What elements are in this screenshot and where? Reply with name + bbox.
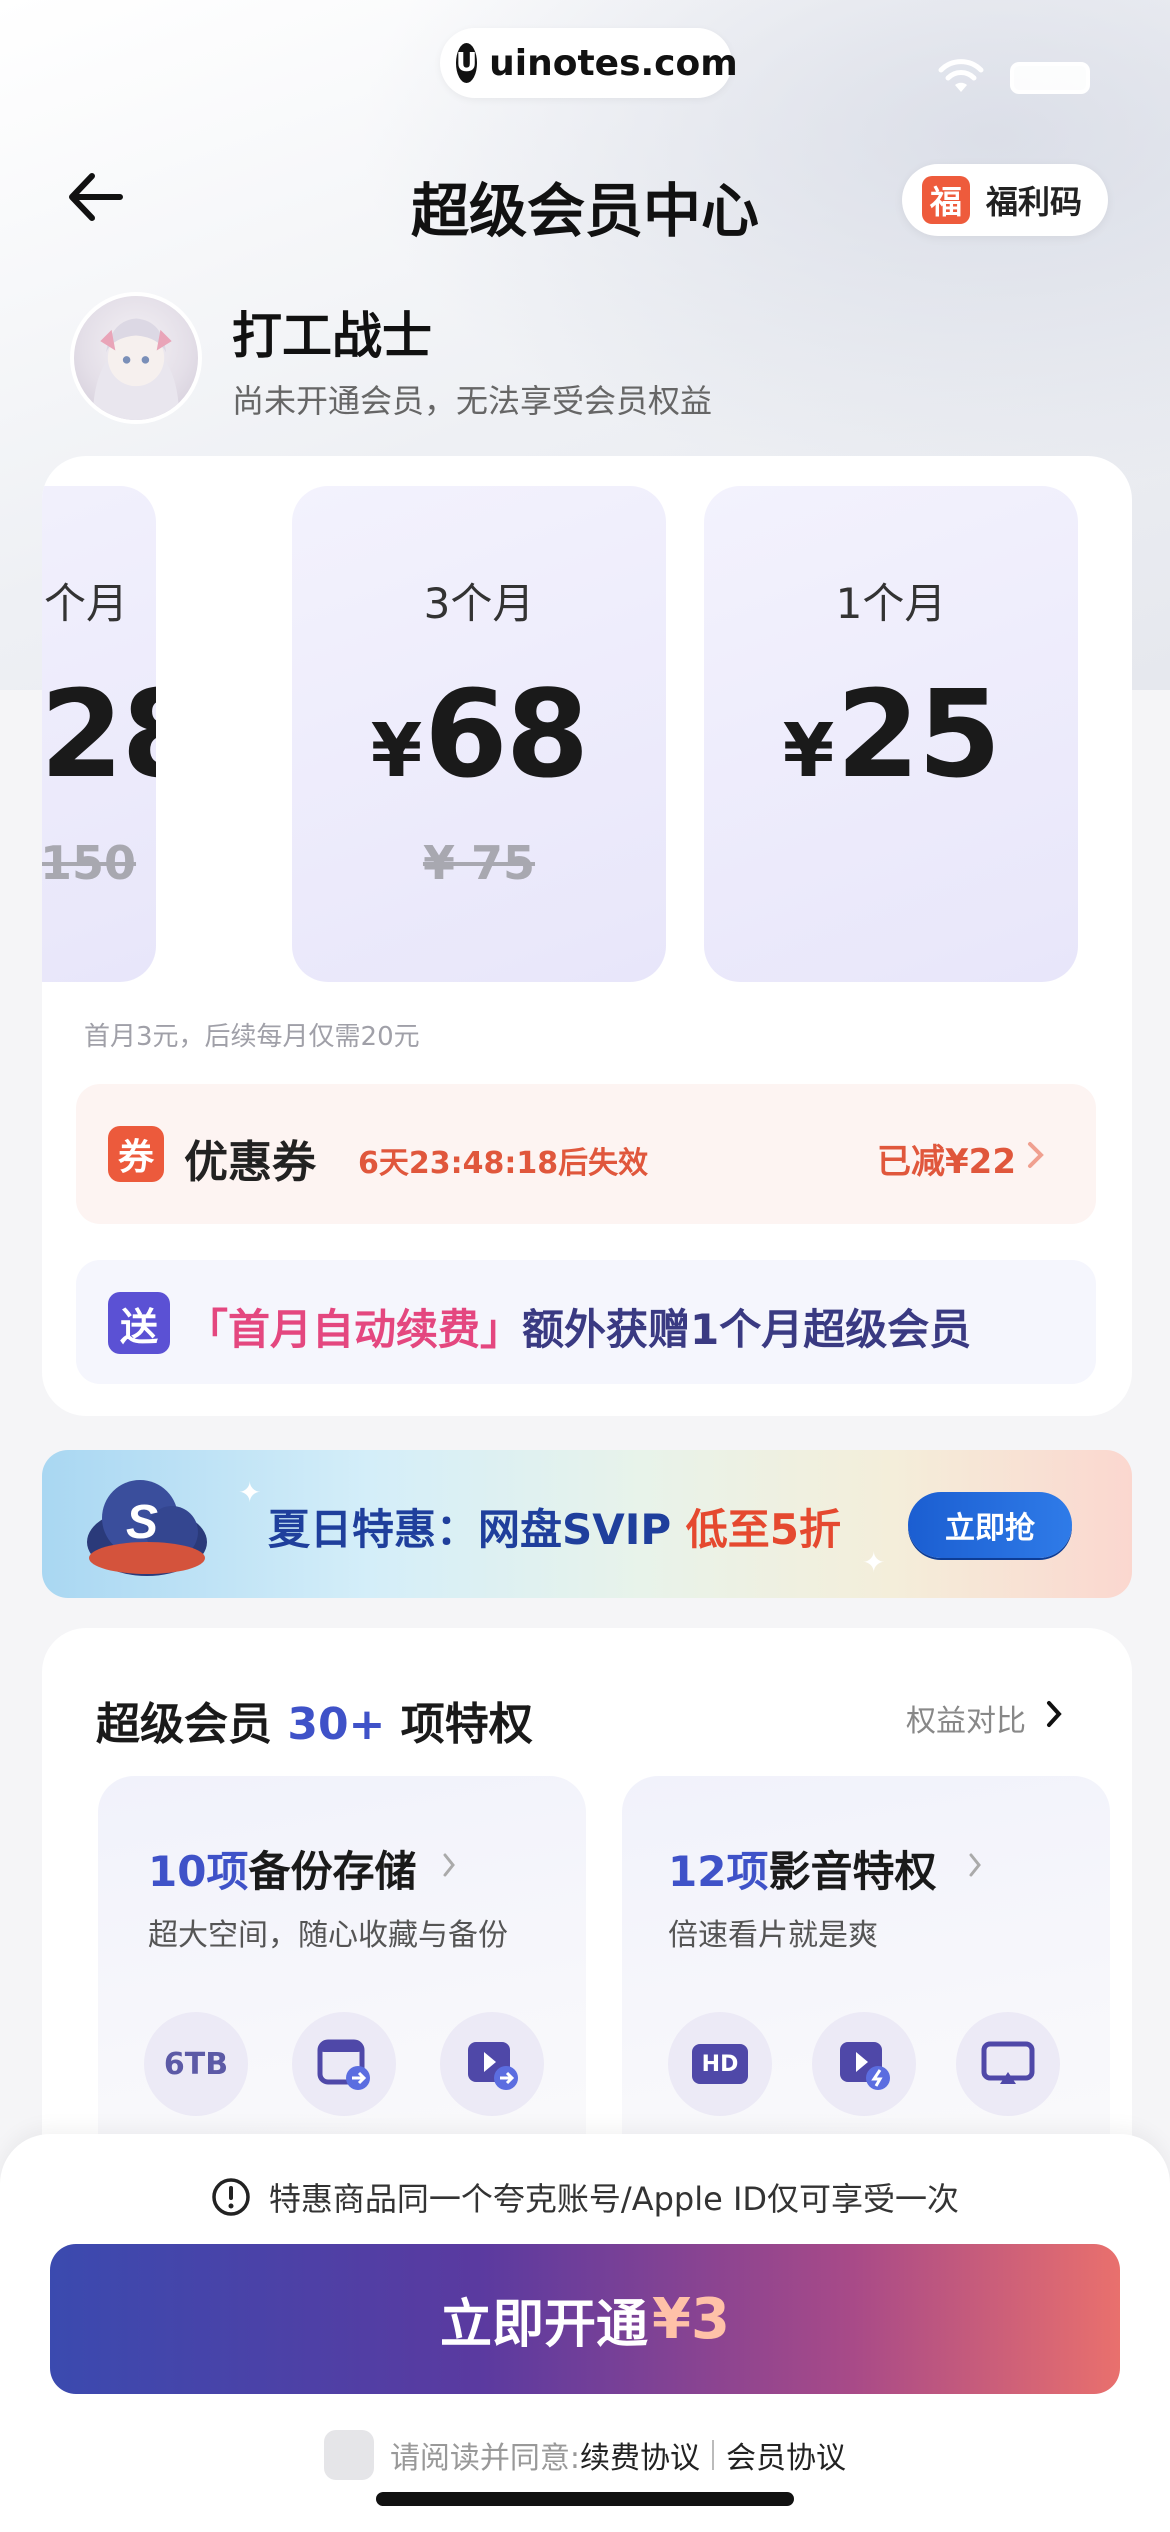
plan-original-price: ¥ 75 bbox=[422, 836, 536, 890]
plan-price: 28 bbox=[42, 666, 156, 805]
cast-icon bbox=[956, 2012, 1060, 2116]
agreement-checkbox[interactable] bbox=[323, 2430, 374, 2480]
video-backup-icon bbox=[440, 2012, 544, 2116]
avatar[interactable] bbox=[70, 292, 202, 424]
battery-icon bbox=[1010, 62, 1090, 94]
membership-status: 尚未开通会员，无法享受会员权益 bbox=[232, 382, 713, 420]
renewal-agreement-link[interactable]: 续费协议 bbox=[580, 2433, 700, 2477]
coupon-countdown: 6天23:48:18后失效 bbox=[358, 1146, 649, 1181]
6tb-icon: 6TB bbox=[144, 2012, 248, 2116]
status-site-pill: U uinotes.com bbox=[440, 28, 738, 98]
gift-promo-row[interactable]: 送 「首月自动续费」额外获赠1个月超级会员 bbox=[76, 1260, 1096, 1384]
plans-card: 个月 28 150 3个月 ¥68 ¥ 75 1个月 ¥25 首月3元，后续每月… bbox=[42, 456, 1132, 1416]
uinotes-logo-icon: U bbox=[456, 43, 478, 83]
privilege-box-subtitle: 倍速看片就是爽 bbox=[668, 1918, 878, 1953]
privilege-box-subtitle: 超大空间，随心收藏与备份 bbox=[148, 1918, 508, 1953]
home-indicator bbox=[376, 2492, 794, 2506]
sparkle-decoration: ✦ bbox=[862, 1546, 886, 1579]
hd-icon: HD bbox=[668, 2012, 772, 2116]
privilege-box-title: 10项备份存储 bbox=[148, 1847, 417, 1896]
plan-card-12-month[interactable]: 个月 28 150 bbox=[42, 486, 156, 982]
wifi-icon bbox=[938, 59, 984, 92]
plan-card-3-month[interactable]: 3个月 ¥68 ¥ 75 bbox=[292, 486, 666, 982]
chevron-right-icon bbox=[1028, 1142, 1044, 1168]
chevron-right-icon bbox=[969, 1853, 981, 1877]
plan-duration: 个月 bbox=[44, 579, 129, 628]
status-site-label: uinotes.com bbox=[489, 42, 738, 84]
grab-now-button[interactable]: 立即抢 bbox=[908, 1492, 1072, 1558]
user-name: 打工战士 bbox=[232, 307, 432, 365]
info-icon bbox=[212, 2178, 250, 2216]
plan-card-1-month[interactable]: 1个月 ¥25 bbox=[704, 486, 1078, 982]
coupon-icon: 券 bbox=[108, 1126, 164, 1182]
backup-storage-box[interactable]: 10项备份存储 超大空间，随心收藏与备份 6TB bbox=[98, 1776, 586, 2176]
coupon-label: 优惠券 bbox=[184, 1137, 316, 1188]
plan-price: ¥25 bbox=[782, 666, 1002, 805]
gift-icon: 送 bbox=[108, 1292, 170, 1354]
agreement-prefix: 请阅读并同意: bbox=[389, 2441, 581, 2476]
divider bbox=[712, 2440, 715, 2470]
activate-now-button[interactable]: 立即开通 ¥3 bbox=[50, 2244, 1120, 2394]
privileges-title: 超级会员 30+ 项特权 bbox=[96, 1699, 533, 1750]
membership-agreement-link[interactable]: 会员协议 bbox=[726, 2433, 846, 2477]
banner-text: 夏日特惠：网盘SVIP 低至5折 bbox=[268, 1505, 842, 1554]
privilege-box-title: 12项影音特权 bbox=[668, 1847, 937, 1896]
welfare-icon: 福 bbox=[922, 176, 970, 224]
gift-highlight: 「首月自动续费」 bbox=[186, 1305, 523, 1354]
svip-cloud-logo-icon: S bbox=[87, 1480, 207, 1576]
plan-price: ¥68 bbox=[370, 666, 590, 805]
coupon-saved-amount: 已减¥22 bbox=[877, 1142, 1016, 1182]
plan-original-price: 150 bbox=[42, 836, 137, 890]
activate-price: ¥3 bbox=[652, 2286, 730, 2352]
welfare-code-button[interactable]: 福 福利码 bbox=[902, 164, 1108, 236]
photo-backup-icon bbox=[292, 2012, 396, 2116]
media-privileges-box[interactable]: 12项影音特权 倍速看片就是爽 HD bbox=[622, 1776, 1110, 2176]
agreement-row: 请阅读并同意: 续费协议 会员协议 bbox=[0, 2430, 1170, 2480]
plan-note: 首月3元，后续每月仅需20元 bbox=[84, 1022, 420, 1052]
sparkle-decoration: ✦ bbox=[238, 1476, 262, 1509]
chevron-right-icon bbox=[443, 1853, 455, 1877]
activate-label: 立即开通 bbox=[440, 2294, 649, 2355]
svip-logo-letter: S bbox=[126, 1496, 158, 1549]
gift-text: 「首月自动续费」额外获赠1个月超级会员 bbox=[186, 1296, 971, 1357]
notice-row: 特惠商品同一个夸克账号/Apple ID仅可享受一次 bbox=[0, 2174, 1170, 2220]
plan-duration: 1个月 bbox=[835, 579, 947, 628]
welfare-label: 福利码 bbox=[986, 183, 1083, 221]
chevron-right-icon bbox=[1047, 1701, 1062, 1727]
speed-play-icon bbox=[812, 2012, 916, 2116]
plan-duration: 3个月 bbox=[423, 579, 535, 628]
purchase-sheet: 特惠商品同一个夸克账号/Apple ID仅可享受一次 立即开通 ¥3 请阅读并同意… bbox=[0, 2134, 1170, 2532]
summer-promo-banner[interactable]: S ✦ ✦ 夏日特惠：网盘SVIP 低至5折 立即抢 bbox=[42, 1450, 1132, 1598]
coupon-row[interactable]: 券 优惠券 6天23:48:18后失效 已减¥22 bbox=[76, 1084, 1096, 1224]
gift-description: 额外获赠1个月超级会员 bbox=[522, 1305, 972, 1354]
notice-text: 特惠商品同一个夸克账号/Apple ID仅可享受一次 bbox=[268, 2180, 960, 2218]
compare-benefits-link[interactable]: 权益对比 bbox=[906, 1696, 1026, 1740]
